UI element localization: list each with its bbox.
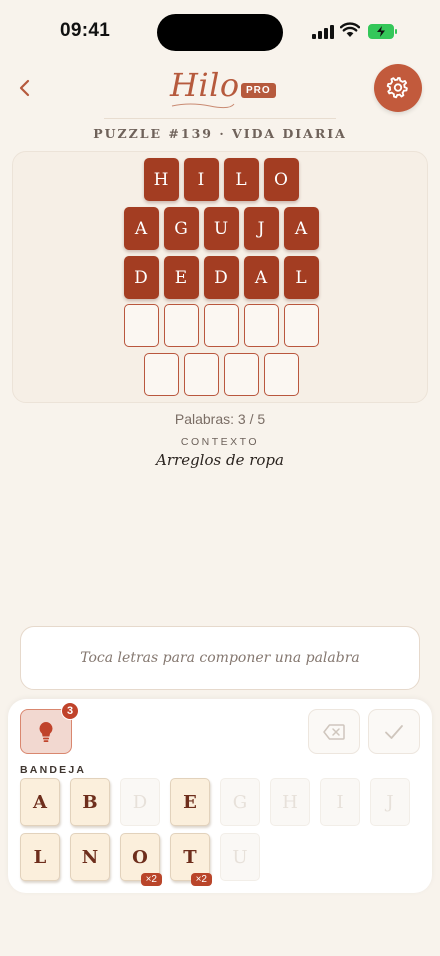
board-row-3: D E D A L <box>13 256 429 299</box>
signal-icon <box>312 25 334 39</box>
tile-letter: H <box>282 791 298 813</box>
letter-tile-b[interactable]: B <box>70 778 110 826</box>
board-row-2: A G U J A <box>13 207 429 250</box>
board-cell: G <box>163 207 199 250</box>
backspace-icon <box>323 723 345 740</box>
letter-tile-l[interactable]: L <box>20 833 60 881</box>
delete-button[interactable] <box>308 709 360 754</box>
letter-tile-g-used: G <box>220 778 260 826</box>
back-button[interactable] <box>12 74 36 102</box>
status-time: 09:41 <box>60 20 111 41</box>
tile-count-badge: ×2 <box>190 873 212 886</box>
tile-letter: J <box>386 791 394 813</box>
tray-label: BANDEJA <box>20 764 87 776</box>
compose-placeholder: Toca letras para componer una palabra <box>80 650 360 666</box>
board-cell: E <box>163 256 199 299</box>
tile-letter: E <box>183 791 197 813</box>
letter-tile-i-used: I <box>320 778 360 826</box>
lightbulb-icon <box>39 721 53 742</box>
compose-field[interactable]: Toca letras para componer una palabra <box>20 626 420 690</box>
context-value: Arreglos de ropa <box>156 451 284 469</box>
board-cell: J <box>243 207 279 250</box>
board-cell: H <box>143 158 179 201</box>
tile-letter: O <box>132 846 148 868</box>
board-cell: D <box>123 256 159 299</box>
board-row-4 <box>13 304 429 347</box>
tile-letter: L <box>33 846 47 868</box>
board-cell-empty <box>263 353 299 396</box>
tile-count-badge: ×2 <box>140 873 162 886</box>
letter-tile-e[interactable]: E <box>170 778 210 826</box>
context-label: CONTEXTO <box>180 436 260 448</box>
board-cell-empty <box>283 304 319 347</box>
letter-tile-o[interactable]: O ×2 <box>120 833 162 886</box>
settings-button[interactable] <box>374 64 422 112</box>
board-cell: I <box>183 158 219 201</box>
tile-letter: G <box>232 791 248 813</box>
letter-tile-j-used: J <box>370 778 410 826</box>
thread-swoosh-icon <box>171 103 235 109</box>
tile-letter: N <box>81 846 99 868</box>
brand-logo: Hilo PRO <box>170 66 276 110</box>
puzzle-title: PUZZLE #139 · VIDA DIARIA <box>93 126 347 141</box>
tile-letter: T <box>183 846 197 868</box>
pro-badge: PRO <box>241 83 276 98</box>
battery-icon <box>368 24 397 39</box>
word-board: H I L O A G U J A D E D A L <box>12 151 428 403</box>
submit-button[interactable] <box>368 709 420 754</box>
tile-letter: B <box>82 791 98 813</box>
letter-tile-a[interactable]: A <box>20 778 60 826</box>
letter-tile-u-used: U <box>220 833 260 881</box>
gear-icon <box>386 77 408 99</box>
dynamic-island <box>157 14 283 51</box>
board-row-1: H I L O <box>13 158 429 201</box>
header-divider <box>104 118 336 119</box>
tile-letter: A <box>33 791 47 813</box>
board-cell-empty <box>143 353 179 396</box>
board-cell: D <box>203 256 239 299</box>
checkmark-icon <box>385 724 403 739</box>
wifi-icon <box>340 22 360 37</box>
status-bar: 09:41 <box>0 0 440 60</box>
board-cell-empty <box>123 304 159 347</box>
tile-letter: U <box>232 846 248 868</box>
board-cell-empty <box>183 353 219 396</box>
board-cell-empty <box>223 353 259 396</box>
board-cell: U <box>203 207 239 250</box>
letter-tile-t[interactable]: T ×2 <box>170 833 212 886</box>
board-cell: A <box>283 207 319 250</box>
letter-tile-d-used: D <box>120 778 160 826</box>
hint-count-badge: 3 <box>61 702 79 720</box>
board-cell-empty <box>203 304 239 347</box>
letter-tile-n[interactable]: N <box>70 833 110 881</box>
board-cell: L <box>223 158 259 201</box>
brand-wordmark: Hilo <box>170 66 240 104</box>
board-row-5 <box>13 353 429 396</box>
tile-letter: D <box>132 791 148 813</box>
tile-letter: I <box>336 791 344 813</box>
board-cell: O <box>263 158 299 201</box>
chevron-left-icon <box>19 79 30 97</box>
board-cell-empty <box>243 304 279 347</box>
board-cell: A <box>243 256 279 299</box>
letter-tile-h-used: H <box>270 778 310 826</box>
board-cell: L <box>283 256 319 299</box>
board-cell: A <box>123 207 159 250</box>
letter-tray-panel: 3 BANDEJA A B D E G H I J L N O ×2 T ×2 U <box>8 699 432 893</box>
board-cell-empty <box>163 304 199 347</box>
words-progress: Palabras: 3 / 5 <box>174 411 266 427</box>
